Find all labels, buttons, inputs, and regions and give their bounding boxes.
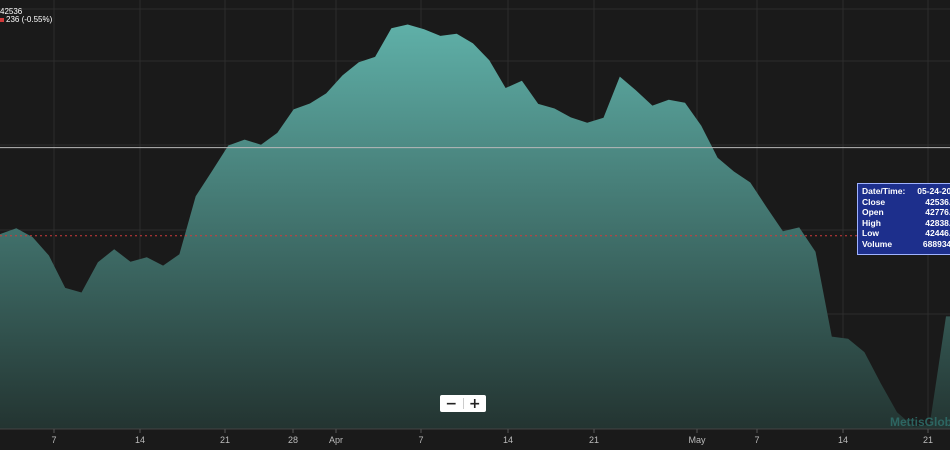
x-tick-label: 7 <box>51 435 56 445</box>
zoom-in-button[interactable]: + <box>464 395 487 412</box>
tooltip-value: 42838.1 <box>925 217 950 228</box>
x-tick-label: 28 <box>288 435 298 445</box>
tooltip-label: Volume <box>862 238 893 249</box>
tooltip-label: High <box>862 217 881 228</box>
tooltip-value: 42536.1 <box>925 196 950 207</box>
zoom-out-button[interactable]: − <box>440 395 463 412</box>
tooltip-row-open: Open 42776.8 <box>862 207 950 218</box>
x-tick-label: 21 <box>220 435 230 445</box>
x-axis: 7 14 21 28 Apr 7 14 21 May 7 14 21 <box>51 429 933 445</box>
tooltip-row-low: Low 42446.8 <box>862 228 950 239</box>
x-tick-label: 14 <box>135 435 145 445</box>
change-indicator-icon <box>0 17 4 22</box>
tooltip-value: 05-24-201 <box>917 186 950 196</box>
tooltip-row-volume: Volume 6889340 <box>862 239 950 250</box>
x-tick-label: May <box>688 435 706 445</box>
tooltip-label: Date/Time: <box>862 186 906 196</box>
tooltip-row-datetime: Date/Time: 05-24-201 <box>862 186 950 197</box>
x-tick-label: 14 <box>503 435 513 445</box>
tooltip-value: 42776.8 <box>925 207 950 217</box>
price-change: 236 (-0.55%) <box>0 15 52 24</box>
watermark-logo: MettisGlob <box>890 415 950 429</box>
tooltip-label: Low <box>862 228 879 238</box>
price-chart[interactable]: 7 14 21 28 Apr 7 14 21 May 7 14 21 <box>0 0 950 450</box>
data-tooltip: Date/Time: 05-24-201 Close 42536.1 Open 427… <box>857 183 950 255</box>
chart-window: 7 14 21 28 Apr 7 14 21 May 7 14 21 42536 236 (-0.55… <box>0 0 950 450</box>
tooltip-row-high: High 42838.1 <box>862 218 950 229</box>
x-tick-label: 7 <box>418 435 423 445</box>
tooltip-value: 42446.8 <box>925 228 950 238</box>
price-area <box>0 24 950 429</box>
x-tick-label: 21 <box>589 435 599 445</box>
x-tick-label: Apr <box>329 435 343 445</box>
x-tick-label: 21 <box>923 435 933 445</box>
zoom-controls: − + <box>440 395 486 412</box>
tooltip-value: 6889340 <box>922 238 950 249</box>
tooltip-label: Open <box>862 207 884 217</box>
tooltip-label: Close <box>862 196 886 207</box>
x-tick-label: 14 <box>838 435 848 445</box>
price-change-value: 236 (-0.55%) <box>6 15 53 24</box>
x-tick-label: 7 <box>754 435 759 445</box>
tooltip-row-close: Close 42536.1 <box>862 197 950 208</box>
